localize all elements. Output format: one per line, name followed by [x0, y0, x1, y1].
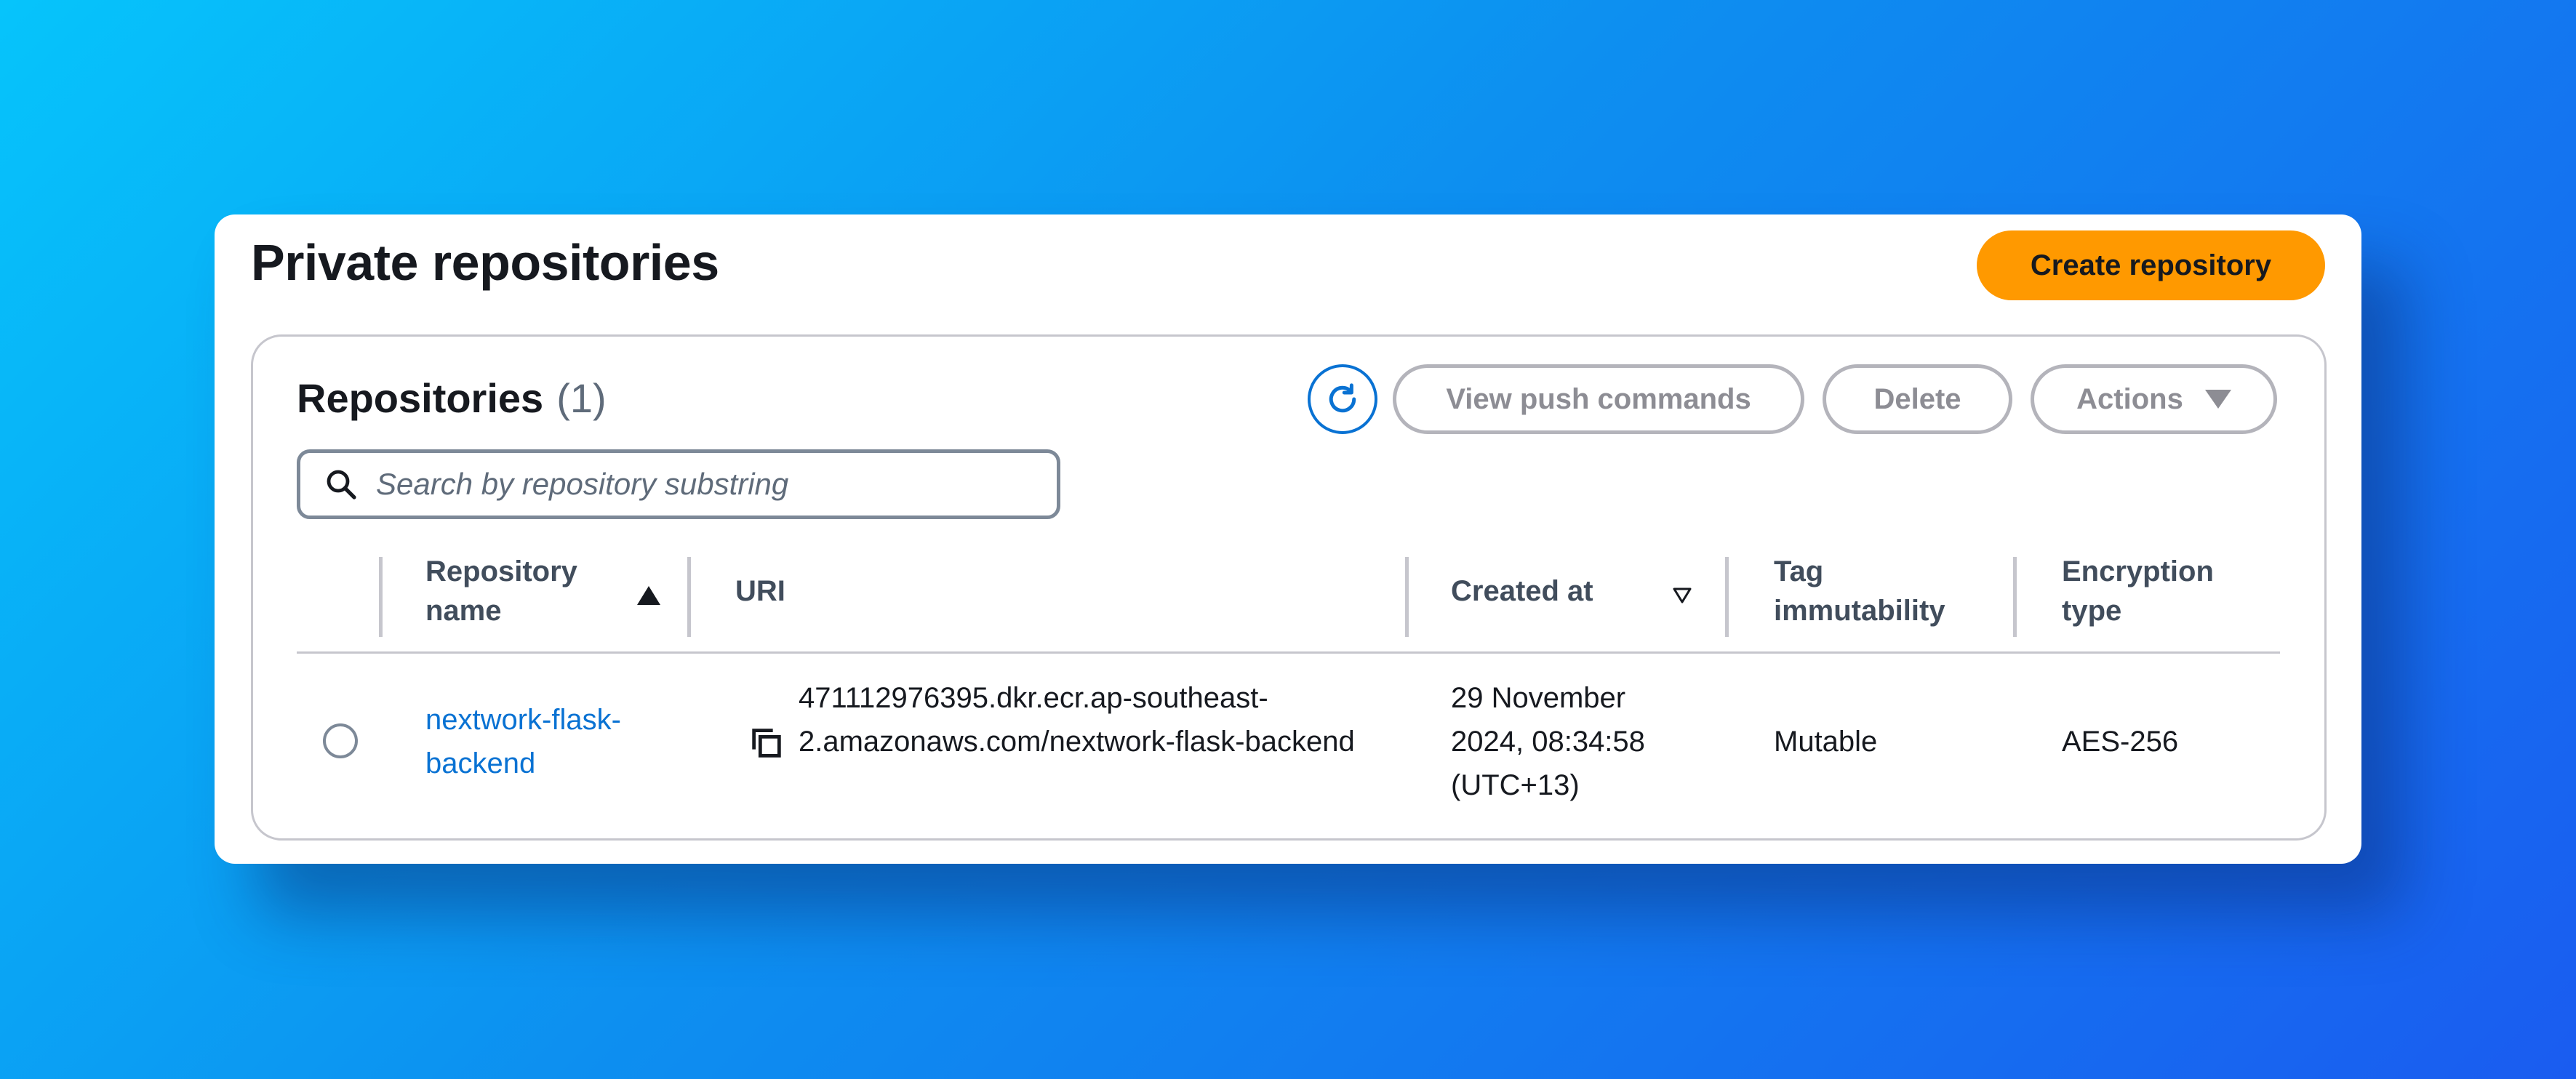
copy-icon[interactable] — [748, 724, 785, 762]
repositories-container: Repositories (1) View push commands Delet… — [251, 334, 2327, 841]
column-header-encryption-type[interactable]: Encryption type — [2062, 551, 2273, 631]
search-icon — [324, 467, 359, 502]
refresh-icon — [1329, 383, 1356, 413]
repository-encryption-type: AES-256 — [2062, 726, 2179, 758]
column-separator — [687, 557, 691, 637]
refresh-button[interactable] — [1308, 364, 1377, 434]
column-separator — [1725, 557, 1729, 637]
private-repositories-card: Private repositories Create repository R… — [215, 214, 2361, 864]
column-separator — [2013, 557, 2017, 637]
view-push-commands-button[interactable]: View push commands — [1393, 364, 1804, 434]
table-header-divider — [297, 651, 2280, 654]
delete-button[interactable]: Delete — [1823, 364, 2012, 434]
page-title: Private repositories — [251, 234, 719, 291]
column-header-uri[interactable]: URI — [735, 551, 953, 631]
column-separator — [1405, 557, 1409, 637]
search-input[interactable] — [375, 466, 1032, 502]
column-header-repository-name[interactable]: Repository name — [425, 551, 585, 631]
column-header-created-at[interactable]: Created at — [1451, 551, 1655, 631]
repository-name-link[interactable]: nextwork-flask-backend — [425, 698, 673, 785]
create-repository-button[interactable]: Create repository — [1977, 230, 2325, 300]
repositories-count: (1) — [556, 375, 607, 421]
repositories-title: Repositories — [297, 375, 544, 421]
column-header-tag-immutability[interactable]: Tag immutability — [1774, 551, 1985, 631]
sort-ascending-icon[interactable] — [637, 586, 660, 605]
sort-descending-icon[interactable] — [1673, 587, 1692, 604]
repository-tag-immutability: Mutable — [1774, 726, 1878, 758]
repositories-heading: Repositories (1) — [297, 373, 607, 424]
row-select-radio[interactable] — [323, 723, 358, 758]
actions-label: Actions — [2076, 382, 2183, 415]
search-box[interactable] — [297, 449, 1060, 519]
column-separator — [379, 557, 383, 637]
repository-uri: 471112976395.dkr.ecr.ap-southeast-2.amaz… — [799, 682, 1355, 758]
repository-created-at: 29 November 2024, 08:34:58 (UTC+13) — [1451, 682, 1645, 801]
actions-dropdown-button[interactable]: Actions — [2031, 364, 2277, 434]
caret-down-icon — [2204, 390, 2231, 409]
